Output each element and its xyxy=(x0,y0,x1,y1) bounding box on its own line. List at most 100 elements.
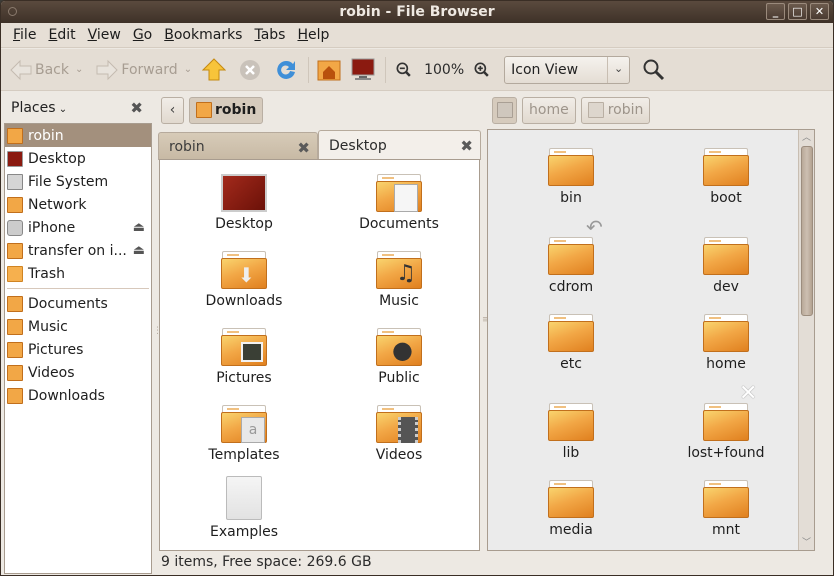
menu-label: dit xyxy=(57,27,76,43)
sidebar-item-pictures[interactable]: Pictures xyxy=(5,338,151,361)
unreadable-emblem-icon: ✕ xyxy=(739,381,758,406)
view-mode-value: Icon View xyxy=(511,61,579,78)
trash-icon xyxy=(7,265,23,282)
close-tab-icon[interactable]: ✖ xyxy=(297,139,310,157)
menu-help[interactable]: Help xyxy=(291,27,335,43)
file-item-videos[interactable]: Videos xyxy=(334,405,464,463)
file-label: boot xyxy=(710,190,742,206)
folder-item-dev[interactable]: dev xyxy=(661,237,791,295)
file-item-music[interactable]: ♫ Music xyxy=(334,251,464,309)
reload-icon[interactable] xyxy=(274,58,298,82)
sidebar-item-transfer[interactable]: transfer on i... ⏏ xyxy=(5,239,151,262)
folder-item-lib[interactable]: lib xyxy=(506,403,636,461)
scroll-down-icon[interactable]: ﹀ xyxy=(802,535,811,548)
menu-go[interactable]: Go xyxy=(127,27,158,43)
breadcrumb-root[interactable] xyxy=(492,96,517,124)
breadcrumb-robin[interactable]: robin xyxy=(189,96,264,124)
pane-resize-handle[interactable]: ≡ xyxy=(482,315,490,325)
menu-mnemonic: G xyxy=(132,27,144,43)
menu-edit[interactable]: Edit xyxy=(42,27,81,43)
eject-icon[interactable]: ⏏ xyxy=(133,220,145,235)
places-dropdown[interactable]: Places ⌄ xyxy=(11,100,67,116)
folder-item-home[interactable]: home xyxy=(661,314,791,372)
file-label: Desktop xyxy=(215,216,273,232)
file-item-templates[interactable]: a Templates xyxy=(179,405,309,463)
scrollbar-thumb[interactable] xyxy=(801,146,813,316)
menu-label: o xyxy=(143,27,153,43)
folder-item-mnt[interactable]: mnt xyxy=(661,480,791,538)
sidebar-header: Places ⌄ ✖ xyxy=(1,93,153,123)
harddisk-icon xyxy=(7,173,23,190)
videos-folder-icon xyxy=(7,364,23,381)
folder-item-cdrom[interactable]: ↶ cdrom xyxy=(506,215,636,295)
sidebar-item-desktop[interactable]: Desktop xyxy=(5,147,151,170)
sidebar-item-label: Music xyxy=(28,318,68,335)
sidebar-item-network[interactable]: Network xyxy=(5,193,151,216)
folder-icon xyxy=(703,314,749,352)
file-item-examples[interactable]: Examples xyxy=(179,476,309,540)
sidebar-item-downloads[interactable]: Downloads xyxy=(5,384,151,407)
folder-icon xyxy=(703,237,749,275)
close-tab-icon[interactable]: ✖ xyxy=(460,137,473,155)
sidebar-item-videos[interactable]: Videos xyxy=(5,361,151,384)
sidebar-resize-handle[interactable]: ⋮ xyxy=(153,326,162,336)
folder-item-etc[interactable]: etc xyxy=(506,314,636,372)
sidebar-item-file-system[interactable]: File System xyxy=(5,170,151,193)
sidebar-item-music[interactable]: Music xyxy=(5,315,151,338)
breadcrumb-home[interactable]: home xyxy=(522,96,576,124)
menu-view[interactable]: View xyxy=(82,27,127,43)
folder-item-media[interactable]: media xyxy=(506,480,636,538)
file-item-desktop[interactable]: Desktop xyxy=(179,174,309,232)
computer-icon[interactable] xyxy=(351,58,375,82)
up-arrow-icon[interactable] xyxy=(202,57,227,82)
file-item-documents[interactable]: Documents xyxy=(334,174,464,232)
sidebar-item-robin[interactable]: robin xyxy=(5,124,151,147)
tab-desktop[interactable]: Desktop ✖ xyxy=(318,130,481,160)
file-item-public[interactable]: ● Public xyxy=(334,328,464,386)
music-folder-icon xyxy=(7,318,23,335)
forward-button[interactable]: Forward xyxy=(95,58,178,82)
sidebar-item-iphone[interactable]: iPhone ⏏ xyxy=(5,216,151,239)
back-history-dropdown[interactable]: ⌄ xyxy=(75,64,83,75)
file-label: lost+found xyxy=(687,445,765,461)
search-icon[interactable] xyxy=(642,58,666,82)
templates-folder-icon: a xyxy=(221,405,267,443)
zoom-in-icon[interactable] xyxy=(472,58,492,82)
forward-history-dropdown[interactable]: ⌄ xyxy=(184,64,192,75)
close-button[interactable]: ✕ xyxy=(810,3,829,20)
folder-item-boot[interactable]: boot xyxy=(661,148,791,206)
scroll-up-icon[interactable]: ︿ xyxy=(802,130,811,143)
home-folder-icon[interactable] xyxy=(317,58,341,82)
chevron-down-icon: ⌄ xyxy=(55,104,68,115)
menu-file[interactable]: File xyxy=(7,27,42,43)
sidebar-item-trash[interactable]: Trash xyxy=(5,262,151,285)
file-item-downloads[interactable]: ⬇ Downloads xyxy=(179,251,309,309)
sidebar-item-documents[interactable]: Documents xyxy=(5,292,151,315)
folder-icon xyxy=(548,480,594,518)
file-label: Videos xyxy=(375,447,423,463)
back-button[interactable]: Back xyxy=(9,58,69,82)
pictures-folder-icon xyxy=(221,328,267,366)
menu-bookmarks[interactable]: Bookmarks xyxy=(158,27,248,43)
stop-icon[interactable] xyxy=(238,58,262,82)
path-back-button[interactable]: ‹ xyxy=(161,96,184,124)
close-sidebar-icon[interactable]: ✖ xyxy=(130,99,143,117)
file-icon xyxy=(226,476,262,520)
breadcrumb-robin[interactable]: robin xyxy=(580,96,651,124)
downloads-folder-icon xyxy=(7,387,23,404)
vertical-scrollbar[interactable]: ︿ ﹀ xyxy=(798,130,814,550)
zoom-out-icon[interactable] xyxy=(394,58,414,82)
menu-tabs[interactable]: Tabs xyxy=(248,27,291,43)
tab-robin[interactable]: robin ✖ xyxy=(158,132,318,160)
folder-item-lost-found[interactable]: ✕ lost+found xyxy=(661,381,791,461)
folder-item-bin[interactable]: bin xyxy=(506,148,636,206)
chevron-down-icon: ⌄ xyxy=(607,56,629,83)
file-item-pictures[interactable]: Pictures xyxy=(179,328,309,386)
maximize-button[interactable]: □ xyxy=(788,3,807,20)
folder-icon: ✕ xyxy=(703,381,757,441)
view-mode-select[interactable]: Icon View ⌄ xyxy=(504,55,631,84)
eject-icon[interactable]: ⏏ xyxy=(133,243,145,258)
title-bar[interactable]: robin - File Browser _ □ ✕ xyxy=(1,1,833,23)
window-menu-icon[interactable] xyxy=(8,7,17,16)
minimize-button[interactable]: _ xyxy=(766,3,785,20)
